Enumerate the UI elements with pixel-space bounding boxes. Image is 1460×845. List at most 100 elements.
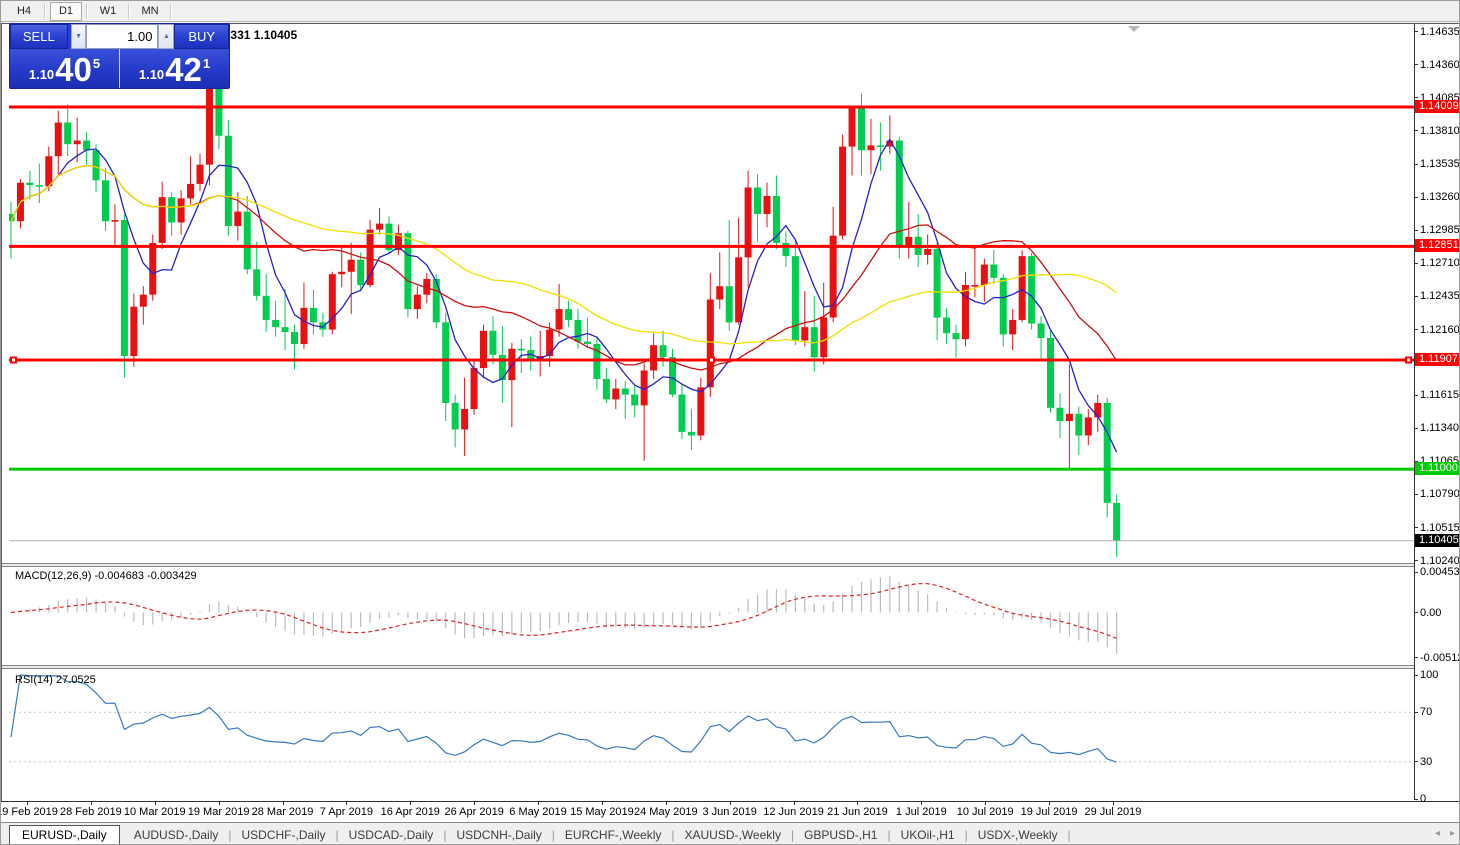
sell-button[interactable]: SELL bbox=[10, 24, 68, 49]
tab-xauusd-weekly[interactable]: XAUUSD-,Weekly bbox=[674, 826, 790, 844]
date-tick-mark bbox=[474, 802, 475, 805]
date-tick-label: 21 Jun 2019 bbox=[827, 806, 888, 818]
line-selection-handle-center bbox=[710, 359, 713, 362]
axis-tick-mark bbox=[1414, 97, 1418, 98]
date-tick-mark bbox=[91, 802, 92, 805]
date-tick-label: 7 Apr 2019 bbox=[320, 806, 373, 818]
axis-tick-label: 0.004532 bbox=[1420, 566, 1460, 578]
buy-button[interactable]: BUY bbox=[174, 24, 229, 49]
axis-tick-label: -0.005122 bbox=[1420, 652, 1460, 664]
date-tick-mark bbox=[921, 802, 922, 805]
volume-decrease-button[interactable]: ▼ bbox=[71, 24, 87, 49]
rsi-chart-canvas[interactable] bbox=[9, 671, 1414, 799]
timeframe-button-w1[interactable]: W1 bbox=[92, 2, 124, 21]
axis-tick-mark bbox=[1414, 230, 1418, 231]
macd-indicator-label: MACD(12,26,9) -0.004683 -0.003429 bbox=[15, 570, 197, 582]
date-tick-label: 10 Jul 2019 bbox=[957, 806, 1014, 818]
axis-tick-mark bbox=[1414, 494, 1418, 495]
support-line[interactable] bbox=[9, 468, 1414, 471]
sell-price-display[interactable]: 1.10 40 5 bbox=[10, 49, 120, 88]
panel-splitter[interactable] bbox=[2, 665, 1459, 669]
date-tick-mark bbox=[730, 802, 731, 805]
axis-tick-mark bbox=[1414, 329, 1418, 330]
tab-usdchf-daily[interactable]: USDCHF-,Daily bbox=[232, 826, 336, 844]
tab-scroll-left-button[interactable]: ◂ bbox=[1435, 828, 1440, 839]
date-tick-label: 29 Jul 2019 bbox=[1085, 806, 1142, 818]
sell-price-pip: 5 bbox=[93, 56, 100, 71]
tab-audusd-daily[interactable]: AUDUSD-,Daily bbox=[124, 826, 229, 844]
date-tick-mark bbox=[538, 802, 539, 805]
date-tick-label: 19 Jul 2019 bbox=[1021, 806, 1078, 818]
tab-separator: | bbox=[1068, 828, 1071, 842]
toolbar-separator bbox=[170, 4, 172, 19]
timeframe-button-mn[interactable]: MN bbox=[134, 2, 166, 21]
axis-tick-label: 0.00 bbox=[1420, 607, 1441, 619]
tab-eurusd-daily[interactable]: EURUSD-,Daily bbox=[9, 825, 120, 845]
axis-tick-mark bbox=[1414, 31, 1418, 32]
sell-price-prefix: 1.10 bbox=[29, 67, 54, 82]
axis-tick-mark bbox=[1414, 560, 1418, 561]
current-price-label: 1.10405 bbox=[1415, 534, 1460, 547]
resistance-line[interactable] bbox=[9, 106, 1414, 109]
price-chart-canvas[interactable] bbox=[9, 25, 1414, 563]
axis-tick-mark bbox=[1414, 130, 1418, 131]
axis-tick-label: 1.12710 bbox=[1420, 257, 1460, 269]
toolbar-separator bbox=[44, 4, 46, 19]
axis-tick-label: 70 bbox=[1420, 706, 1432, 718]
resistance-line[interactable] bbox=[9, 245, 1414, 248]
axis-tick-mark bbox=[1414, 263, 1418, 264]
rsi-line bbox=[11, 675, 1117, 762]
axis-tick-mark bbox=[1414, 395, 1418, 396]
date-tick-label: 6 May 2019 bbox=[509, 806, 566, 818]
date-tick-label: 28 Mar 2019 bbox=[252, 806, 314, 818]
tab-usdx-weekly[interactable]: USDX-,Weekly bbox=[968, 826, 1068, 844]
volume-input[interactable] bbox=[86, 24, 158, 49]
axis-tick-mark bbox=[1414, 197, 1418, 198]
axis-tick-mark bbox=[1414, 612, 1418, 613]
date-tick-mark bbox=[283, 802, 284, 805]
date-tick-mark bbox=[1049, 802, 1050, 805]
buy-price-display[interactable]: 1.10 42 1 bbox=[120, 49, 229, 88]
date-tick-label: 15 May 2019 bbox=[570, 806, 634, 818]
macd-signal-line bbox=[11, 584, 1117, 639]
axis-tick-label: 1.14635 bbox=[1420, 26, 1460, 38]
date-tick-label: 10 Mar 2019 bbox=[124, 806, 186, 818]
tab-usdcnh-daily[interactable]: USDCNH-,Daily bbox=[446, 826, 551, 844]
axis-tick-mark bbox=[1414, 675, 1418, 676]
toolbar-separator bbox=[128, 4, 130, 19]
axis-tick-label: 1.12160 bbox=[1420, 324, 1460, 336]
date-tick-label: 19 Feb 2019 bbox=[0, 806, 58, 818]
date-tick-label: 26 Apr 2019 bbox=[444, 806, 503, 818]
tab-scroll-right-button[interactable]: ▸ bbox=[1450, 828, 1455, 839]
axis-tick-label: 1.13810 bbox=[1420, 125, 1460, 137]
axis-tick-label: 1.10240 bbox=[1420, 555, 1460, 567]
axis-tick-label: 1.13535 bbox=[1420, 158, 1460, 170]
axis-tick-label: 1.11615 bbox=[1420, 389, 1459, 401]
axis-tick-mark bbox=[1414, 64, 1418, 65]
axis-tick-label: 1.12985 bbox=[1420, 224, 1460, 236]
price-level-label: 1.11000 bbox=[1415, 462, 1460, 475]
tab-scroll-controls: ◂ ▸ bbox=[1435, 828, 1455, 839]
axis-tick-label: 0 bbox=[1420, 793, 1426, 805]
one-click-trade-widget: SELL ▼ ▲ BUY 1.10 40 5 1.10 42 1 bbox=[9, 23, 230, 89]
axis-tick-mark bbox=[1414, 657, 1418, 658]
rsi-indicator-label: RSI(14) 27.0525 bbox=[15, 674, 96, 686]
tab-usdcad-daily[interactable]: USDCAD-,Daily bbox=[339, 826, 444, 844]
date-tick-label: 3 Jun 2019 bbox=[702, 806, 756, 818]
buy-price-pip: 1 bbox=[203, 56, 210, 71]
timeframe-button-h4[interactable]: H4 bbox=[8, 2, 40, 21]
moving-average-fast bbox=[11, 140, 1117, 453]
tab-eurchf-weekly[interactable]: EURCHF-,Weekly bbox=[555, 826, 671, 844]
tab-ukoil-h1[interactable]: UKOil-,H1 bbox=[891, 826, 965, 844]
price-level-label: 1.12851 bbox=[1415, 239, 1460, 252]
date-tick-mark bbox=[346, 802, 347, 805]
axis-tick-label: 100 bbox=[1420, 669, 1438, 681]
mt4-window: H4D1W1MN ▲EURUSD-,Daily 1.10710 1.10711 … bbox=[0, 0, 1460, 845]
tab-gbpusd-h1[interactable]: GBPUSD-,H1 bbox=[794, 826, 887, 844]
volume-increase-button[interactable]: ▲ bbox=[158, 24, 174, 49]
timeframe-button-d1[interactable]: D1 bbox=[50, 2, 82, 21]
axis-tick-label: 1.10790 bbox=[1420, 488, 1460, 500]
date-tick-label: 19 Mar 2019 bbox=[188, 806, 250, 818]
sell-price-big: 40 bbox=[55, 55, 92, 85]
macd-chart-canvas[interactable] bbox=[9, 567, 1414, 662]
